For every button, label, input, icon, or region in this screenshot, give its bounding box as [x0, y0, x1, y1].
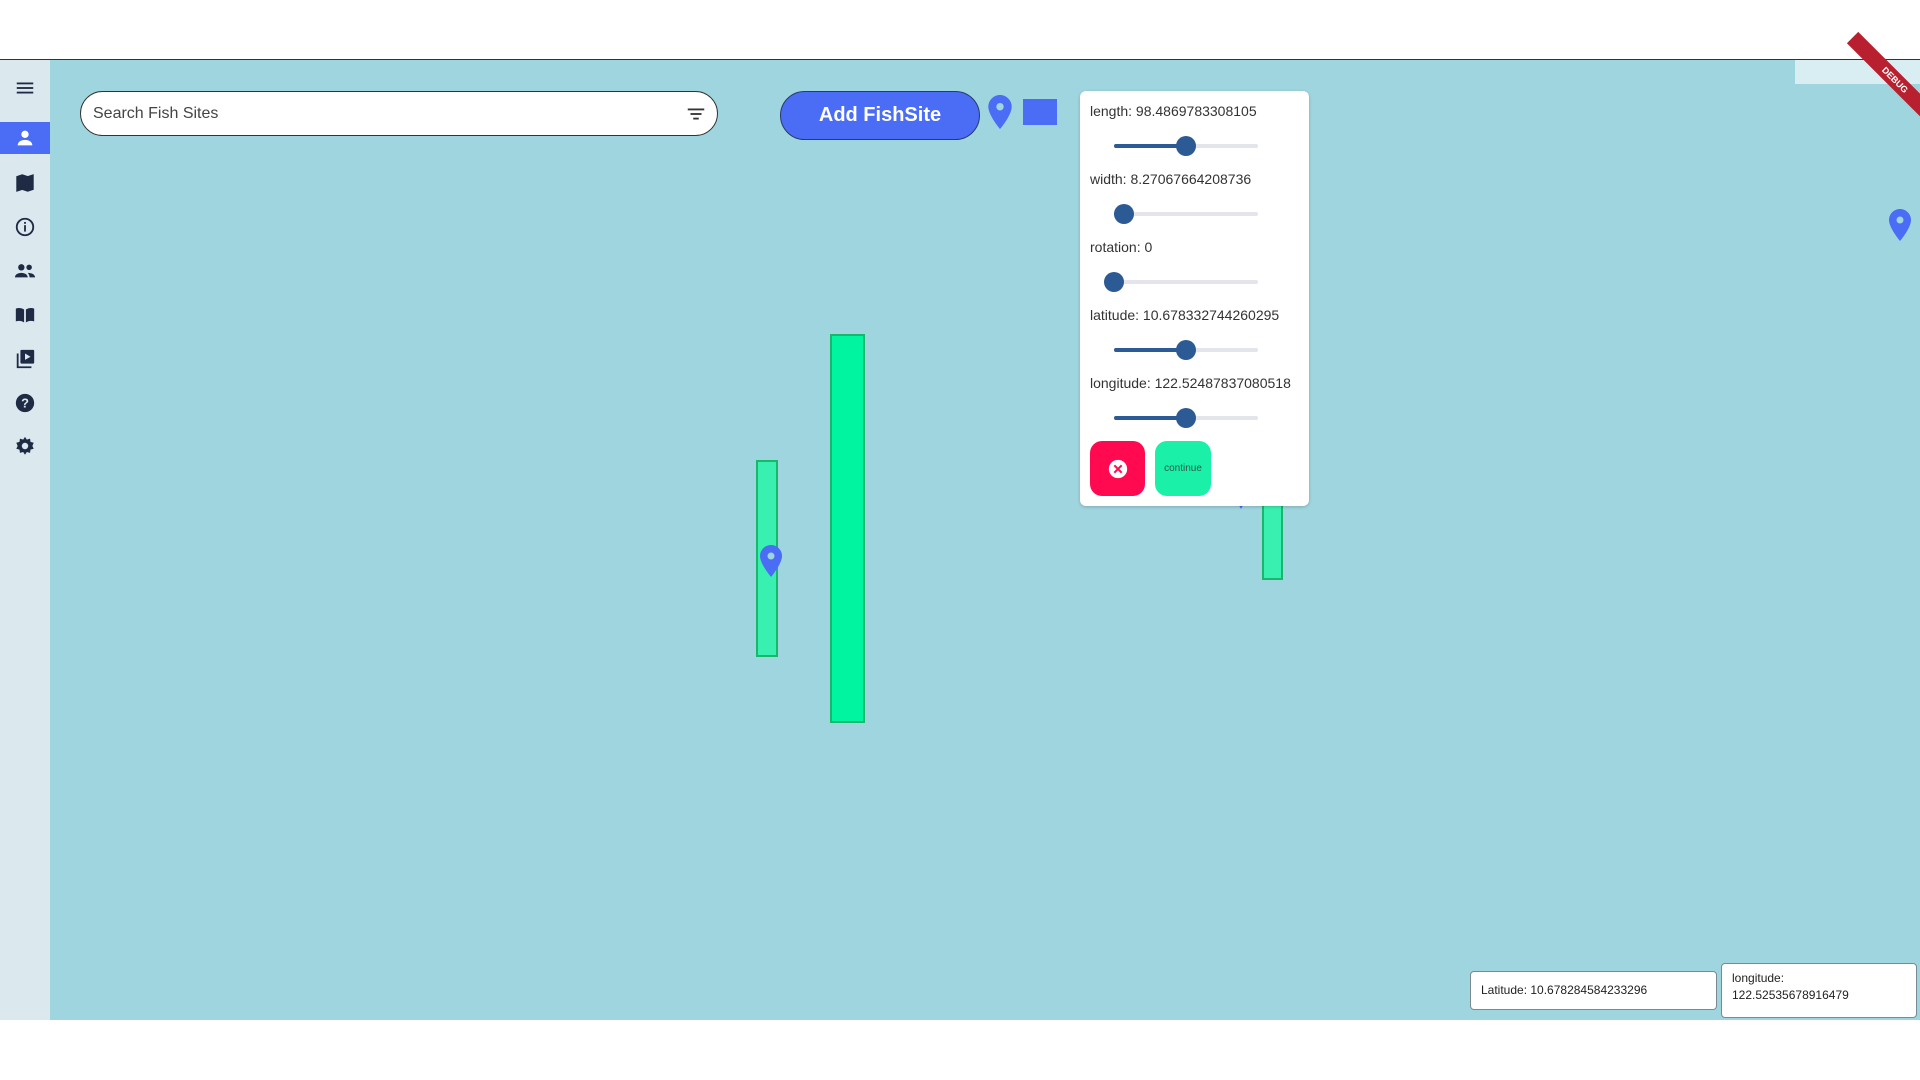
person-icon	[17, 130, 33, 146]
map-canvas[interactable]	[50, 60, 1920, 1020]
width-slider[interactable]	[1114, 204, 1258, 224]
rotation-label: rotation: 0	[1090, 239, 1153, 255]
latitude-slider[interactable]	[1114, 340, 1258, 360]
longitude-readout-label: longitude:	[1732, 971, 1785, 985]
info-icon	[15, 217, 35, 237]
fish-site-area[interactable]	[1262, 498, 1283, 580]
sidebar-item-info[interactable]	[0, 211, 50, 243]
longitude-readout-value: 122.52535678916479	[1732, 988, 1849, 1002]
length-slider[interactable]	[1114, 136, 1258, 156]
rectangle-icon[interactable]	[1023, 99, 1057, 125]
bottom-bar	[0, 1020, 1920, 1080]
sidebar-item-help[interactable]: ?	[0, 387, 50, 419]
sidebar-item-guide[interactable]	[0, 299, 50, 331]
fish-site-area[interactable]	[830, 334, 865, 723]
book-icon	[15, 307, 35, 323]
sidebar: ?	[0, 60, 50, 1020]
map-pin-icon[interactable]	[1889, 209, 1911, 241]
svg-text:?: ?	[21, 396, 29, 411]
continue-button[interactable]: continue	[1155, 441, 1211, 496]
map-pin-icon[interactable]	[760, 545, 782, 577]
close-circle-icon	[1108, 459, 1127, 478]
map-icon	[16, 174, 34, 192]
longitude-slider[interactable]	[1114, 408, 1258, 428]
sidebar-item-map[interactable]	[0, 167, 50, 199]
search-box	[80, 91, 718, 136]
length-label: length: 98.4869783308105	[1090, 103, 1257, 119]
sidebar-item-profile[interactable]	[0, 122, 50, 154]
video-library-icon	[16, 349, 35, 369]
fish-site-editor-panel: length: 98.4869783308105 width: 8.270676…	[1080, 91, 1309, 506]
settings-icon	[16, 436, 34, 455]
filter-icon[interactable]	[685, 103, 707, 125]
top-bar	[0, 0, 1920, 60]
longitude-label: longitude: 122.52487837080518	[1090, 375, 1291, 391]
search-input[interactable]	[91, 92, 665, 136]
sidebar-item-videos[interactable]	[0, 343, 50, 375]
latitude-readout: Latitude: 10.678284584233296	[1470, 971, 1717, 1010]
map-pin-icon[interactable]	[987, 95, 1013, 129]
latitude-readout-text: Latitude: 10.678284584233296	[1481, 983, 1648, 997]
cancel-button[interactable]	[1090, 441, 1145, 496]
help-icon: ?	[15, 393, 35, 413]
sidebar-item-people[interactable]	[0, 255, 50, 287]
rotation-slider[interactable]	[1104, 272, 1258, 292]
sidebar-item-settings[interactable]	[0, 430, 50, 462]
menu-icon	[16, 82, 34, 94]
width-label: width: 8.27067664208736	[1090, 171, 1252, 187]
sidebar-item-menu[interactable]	[0, 72, 50, 104]
add-fishsite-button[interactable]: Add FishSite	[780, 91, 980, 140]
latitude-label: latitude: 10.678332744260295	[1090, 307, 1280, 323]
people-icon	[14, 264, 36, 278]
longitude-readout: longitude: 122.52535678916479	[1721, 963, 1917, 1018]
